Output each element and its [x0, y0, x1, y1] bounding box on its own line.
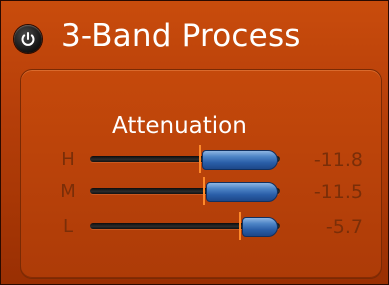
- attenuation-group: [20, 69, 382, 279]
- plugin-panel: 3-Band Process Attenuation H -11.8 M -11…: [0, 0, 389, 285]
- slider-m[interactable]: [90, 177, 280, 205]
- slider-handle[interactable]: [206, 182, 278, 202]
- band-label-l: L: [62, 216, 74, 237]
- power-button[interactable]: [14, 25, 42, 53]
- band-value-m: -11.5: [313, 181, 363, 203]
- slider-handle[interactable]: [242, 217, 278, 237]
- band-value-l: -5.7: [325, 216, 363, 238]
- slider-marker: [203, 177, 205, 205]
- attenuation-label: Attenuation: [112, 113, 247, 139]
- slider-l[interactable]: [90, 212, 280, 240]
- slider-handle[interactable]: [202, 150, 278, 170]
- slider-h[interactable]: [90, 145, 280, 173]
- slider-marker: [239, 212, 241, 240]
- power-icon: [21, 32, 35, 46]
- slider-marker: [199, 145, 201, 173]
- band-label-h: H: [61, 149, 75, 170]
- band-label-m: M: [60, 181, 76, 202]
- plugin-title: 3-Band Process: [61, 18, 301, 54]
- band-value-h: -11.8: [313, 149, 363, 171]
